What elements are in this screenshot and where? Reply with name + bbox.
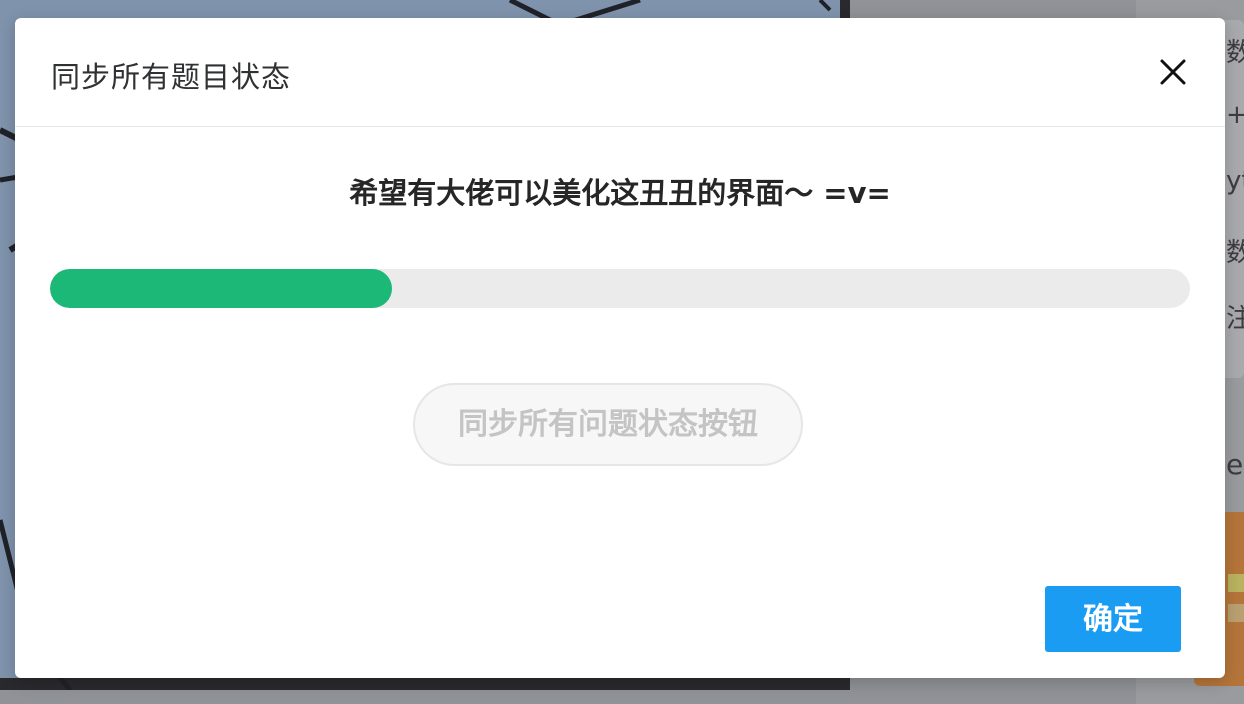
- background-text: e: [1226, 448, 1244, 481]
- sync-dialog: 同步所有题目状态 希望有大佬可以美化这丑丑的界面～ =v= 同步所有问题状态按钮…: [15, 18, 1225, 678]
- dialog-message: 希望有大佬可以美化这丑丑的界面～ =v=: [349, 176, 891, 210]
- background-text: yt: [1226, 166, 1244, 196]
- close-button[interactable]: [1157, 56, 1189, 88]
- confirm-button[interactable]: 确定: [1045, 586, 1181, 652]
- sync-progress-bar: [50, 269, 1190, 308]
- close-icon: [1160, 59, 1186, 85]
- background-text: +: [1226, 100, 1244, 130]
- background-text: 数据: [1226, 238, 1244, 268]
- dialog-title: 同步所有题目状态: [51, 60, 292, 94]
- sync-all-status-button[interactable]: 同步所有问题状态按钮: [413, 383, 803, 466]
- dialog-header: 同步所有题目状态: [15, 18, 1225, 127]
- background-text: 数学: [1226, 38, 1244, 68]
- sync-progress-fill: [50, 269, 392, 308]
- background-text: 注: [1226, 304, 1244, 334]
